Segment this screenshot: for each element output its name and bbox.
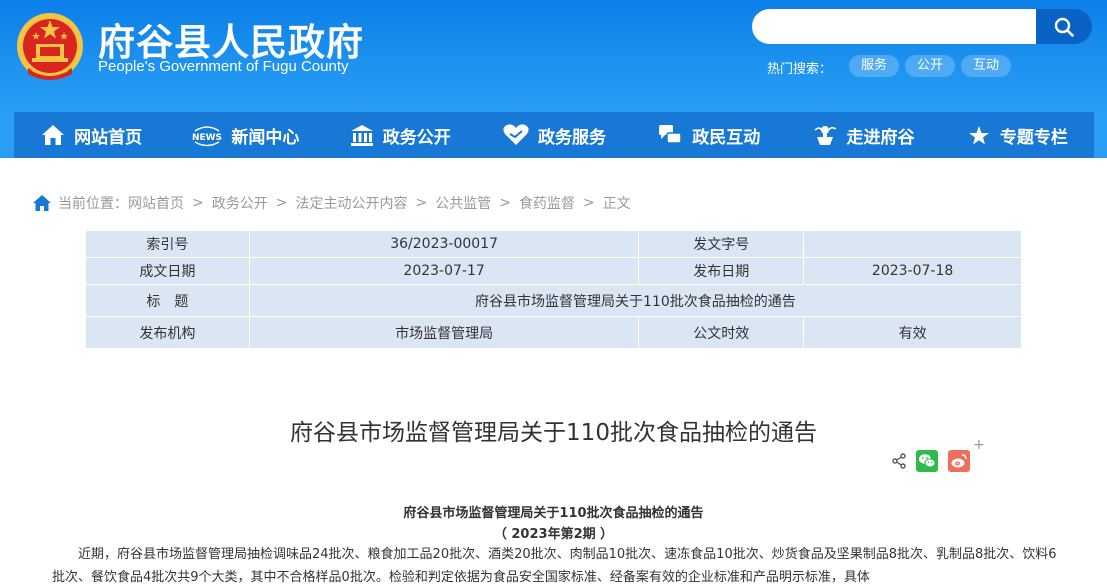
nav-label: 走进府谷 — [846, 127, 915, 148]
breadcrumb-separator: > — [499, 195, 511, 211]
nav-label: 新闻中心 — [231, 127, 300, 148]
government-building-icon — [350, 125, 373, 146]
nav-label: 政务服务 — [537, 127, 606, 148]
heart-service-icon — [503, 124, 529, 145]
meta-value-publisher: 市场监督管理局 — [248, 316, 640, 349]
meta-key-title: 标 题 — [85, 284, 250, 317]
document-body: 近期，府谷县市场监督管理局抽检调味品24批次、粮食加工品20批次、酒类20批次、… — [52, 547, 1057, 585]
share-button[interactable] — [889, 450, 909, 472]
meta-value-title: 府谷县市场监督管理局关于110批次食品抽检的通告 — [248, 284, 1023, 317]
main-nav: 网站首页 NEWS 新闻中心 政务公开 政务服务 政民互动 走进府谷 专题专栏 — [14, 112, 1094, 158]
site-subtitle: People's Government of Fugu County — [98, 58, 349, 75]
meta-value-publish-date: 2023-07-18 — [803, 257, 1022, 285]
home-icon[interactable] — [32, 194, 52, 212]
document-meta-table: 索引号 36/2023-00017 发文字号 成文日期 2023-07-17 发… — [85, 230, 1023, 349]
breadcrumb-item-food-drug[interactable]: 食药监督 — [519, 193, 575, 213]
nav-item-gov-open[interactable]: 政务公开 — [323, 112, 477, 158]
breadcrumb-separator: > — [415, 195, 428, 211]
table-row: 标 题 府谷县市场监督管理局关于110批次食品抽检的通告 — [85, 284, 1023, 317]
breadcrumb-item-supervision[interactable]: 公共监管 — [435, 193, 491, 213]
hot-tag-interaction[interactable]: 互动 — [961, 55, 1012, 77]
hot-tag-service[interactable]: 服务 — [849, 55, 900, 77]
nav-item-about-fugu[interactable]: 走进府谷 — [785, 112, 939, 158]
nav-side-left — [0, 112, 14, 158]
meta-value-validity: 有效 — [803, 316, 1022, 349]
meta-value-doc-number — [803, 230, 1022, 258]
nav-item-gov-service[interactable]: 政务服务 — [477, 112, 631, 158]
breadcrumb-separator: > — [192, 195, 204, 211]
star-badge-icon — [968, 126, 989, 145]
nav-side-right — [1094, 112, 1107, 158]
breadcrumb-prefix: 当前位置： — [58, 196, 128, 212]
breadcrumb-separator: > — [275, 195, 288, 211]
table-row: 成文日期 2023-07-17 发布日期 2023-07-18 — [85, 257, 1022, 285]
nav-item-special[interactable]: 专题专栏 — [940, 112, 1094, 158]
weibo-icon — [951, 454, 967, 468]
share-more-plus[interactable]: + — [973, 437, 985, 453]
meta-value-index: 36/2023-00017 — [248, 230, 640, 258]
nav-label: 政民互动 — [692, 127, 761, 148]
news-icon: NEWS — [192, 126, 222, 147]
breadcrumb: 当前位置： 网站首页 > 政务公开 > 法定主动公开内容 > 公共监管 > 食药… — [32, 193, 631, 213]
nav-item-news[interactable]: NEWS 新闻中心 — [168, 112, 322, 158]
hot-search-label: 热门搜索： — [767, 62, 833, 77]
document-heading: 府谷县市场监督管理局关于110批次食品抽检的通告 — [403, 506, 704, 521]
wechat-icon — [919, 454, 936, 468]
interaction-icon — [659, 125, 683, 144]
breadcrumb-item-statutory[interactable]: 法定主动公开内容 — [295, 193, 407, 213]
share-icon — [892, 453, 906, 469]
weibo-share-button[interactable] — [948, 450, 970, 472]
document-issue: （ 2023年第2期 ） — [493, 527, 614, 542]
meta-key-index: 索引号 — [85, 230, 250, 258]
article-title: 府谷县市场监督管理局关于110批次食品抽检的通告 — [290, 420, 817, 446]
meta-value-written-date: 2023-07-17 — [248, 257, 640, 285]
breadcrumb-separator: > — [582, 195, 595, 211]
wechat-share-button[interactable] — [916, 450, 938, 472]
meta-key-publish-date: 发布日期 — [638, 257, 805, 285]
search-icon — [1054, 17, 1074, 37]
meta-key-publisher: 发布机构 — [85, 316, 250, 349]
meta-key-doc-number: 发文字号 — [638, 230, 805, 258]
nav-label: 专题专栏 — [999, 127, 1068, 148]
nav-label: 政务公开 — [382, 127, 451, 148]
breadcrumb-item-gov-open[interactable]: 政务公开 — [212, 193, 268, 213]
landmark-icon — [814, 126, 836, 145]
hot-tag-public[interactable]: 公开 — [905, 55, 956, 77]
table-row: 发布机构 市场监督管理局 公文时效 有效 — [85, 316, 1022, 349]
home-icon — [42, 125, 65, 145]
nav-label: 网站首页 — [74, 127, 143, 148]
search-input[interactable] — [752, 9, 1036, 44]
meta-key-written-date: 成文日期 — [85, 257, 250, 285]
svg-text:NEWS: NEWS — [192, 133, 222, 143]
table-row: 索引号 36/2023-00017 发文字号 — [85, 230, 1022, 258]
breadcrumb-item-current: 正文 — [602, 196, 631, 212]
nav-item-interaction[interactable]: 政民互动 — [631, 112, 785, 158]
national-emblem-icon[interactable] — [14, 10, 86, 84]
breadcrumb-item-home[interactable]: 网站首页 — [128, 193, 184, 213]
nav-item-home[interactable]: 网站首页 — [14, 112, 168, 158]
meta-key-validity: 公文时效 — [638, 316, 805, 349]
search-button[interactable] — [1036, 9, 1092, 44]
